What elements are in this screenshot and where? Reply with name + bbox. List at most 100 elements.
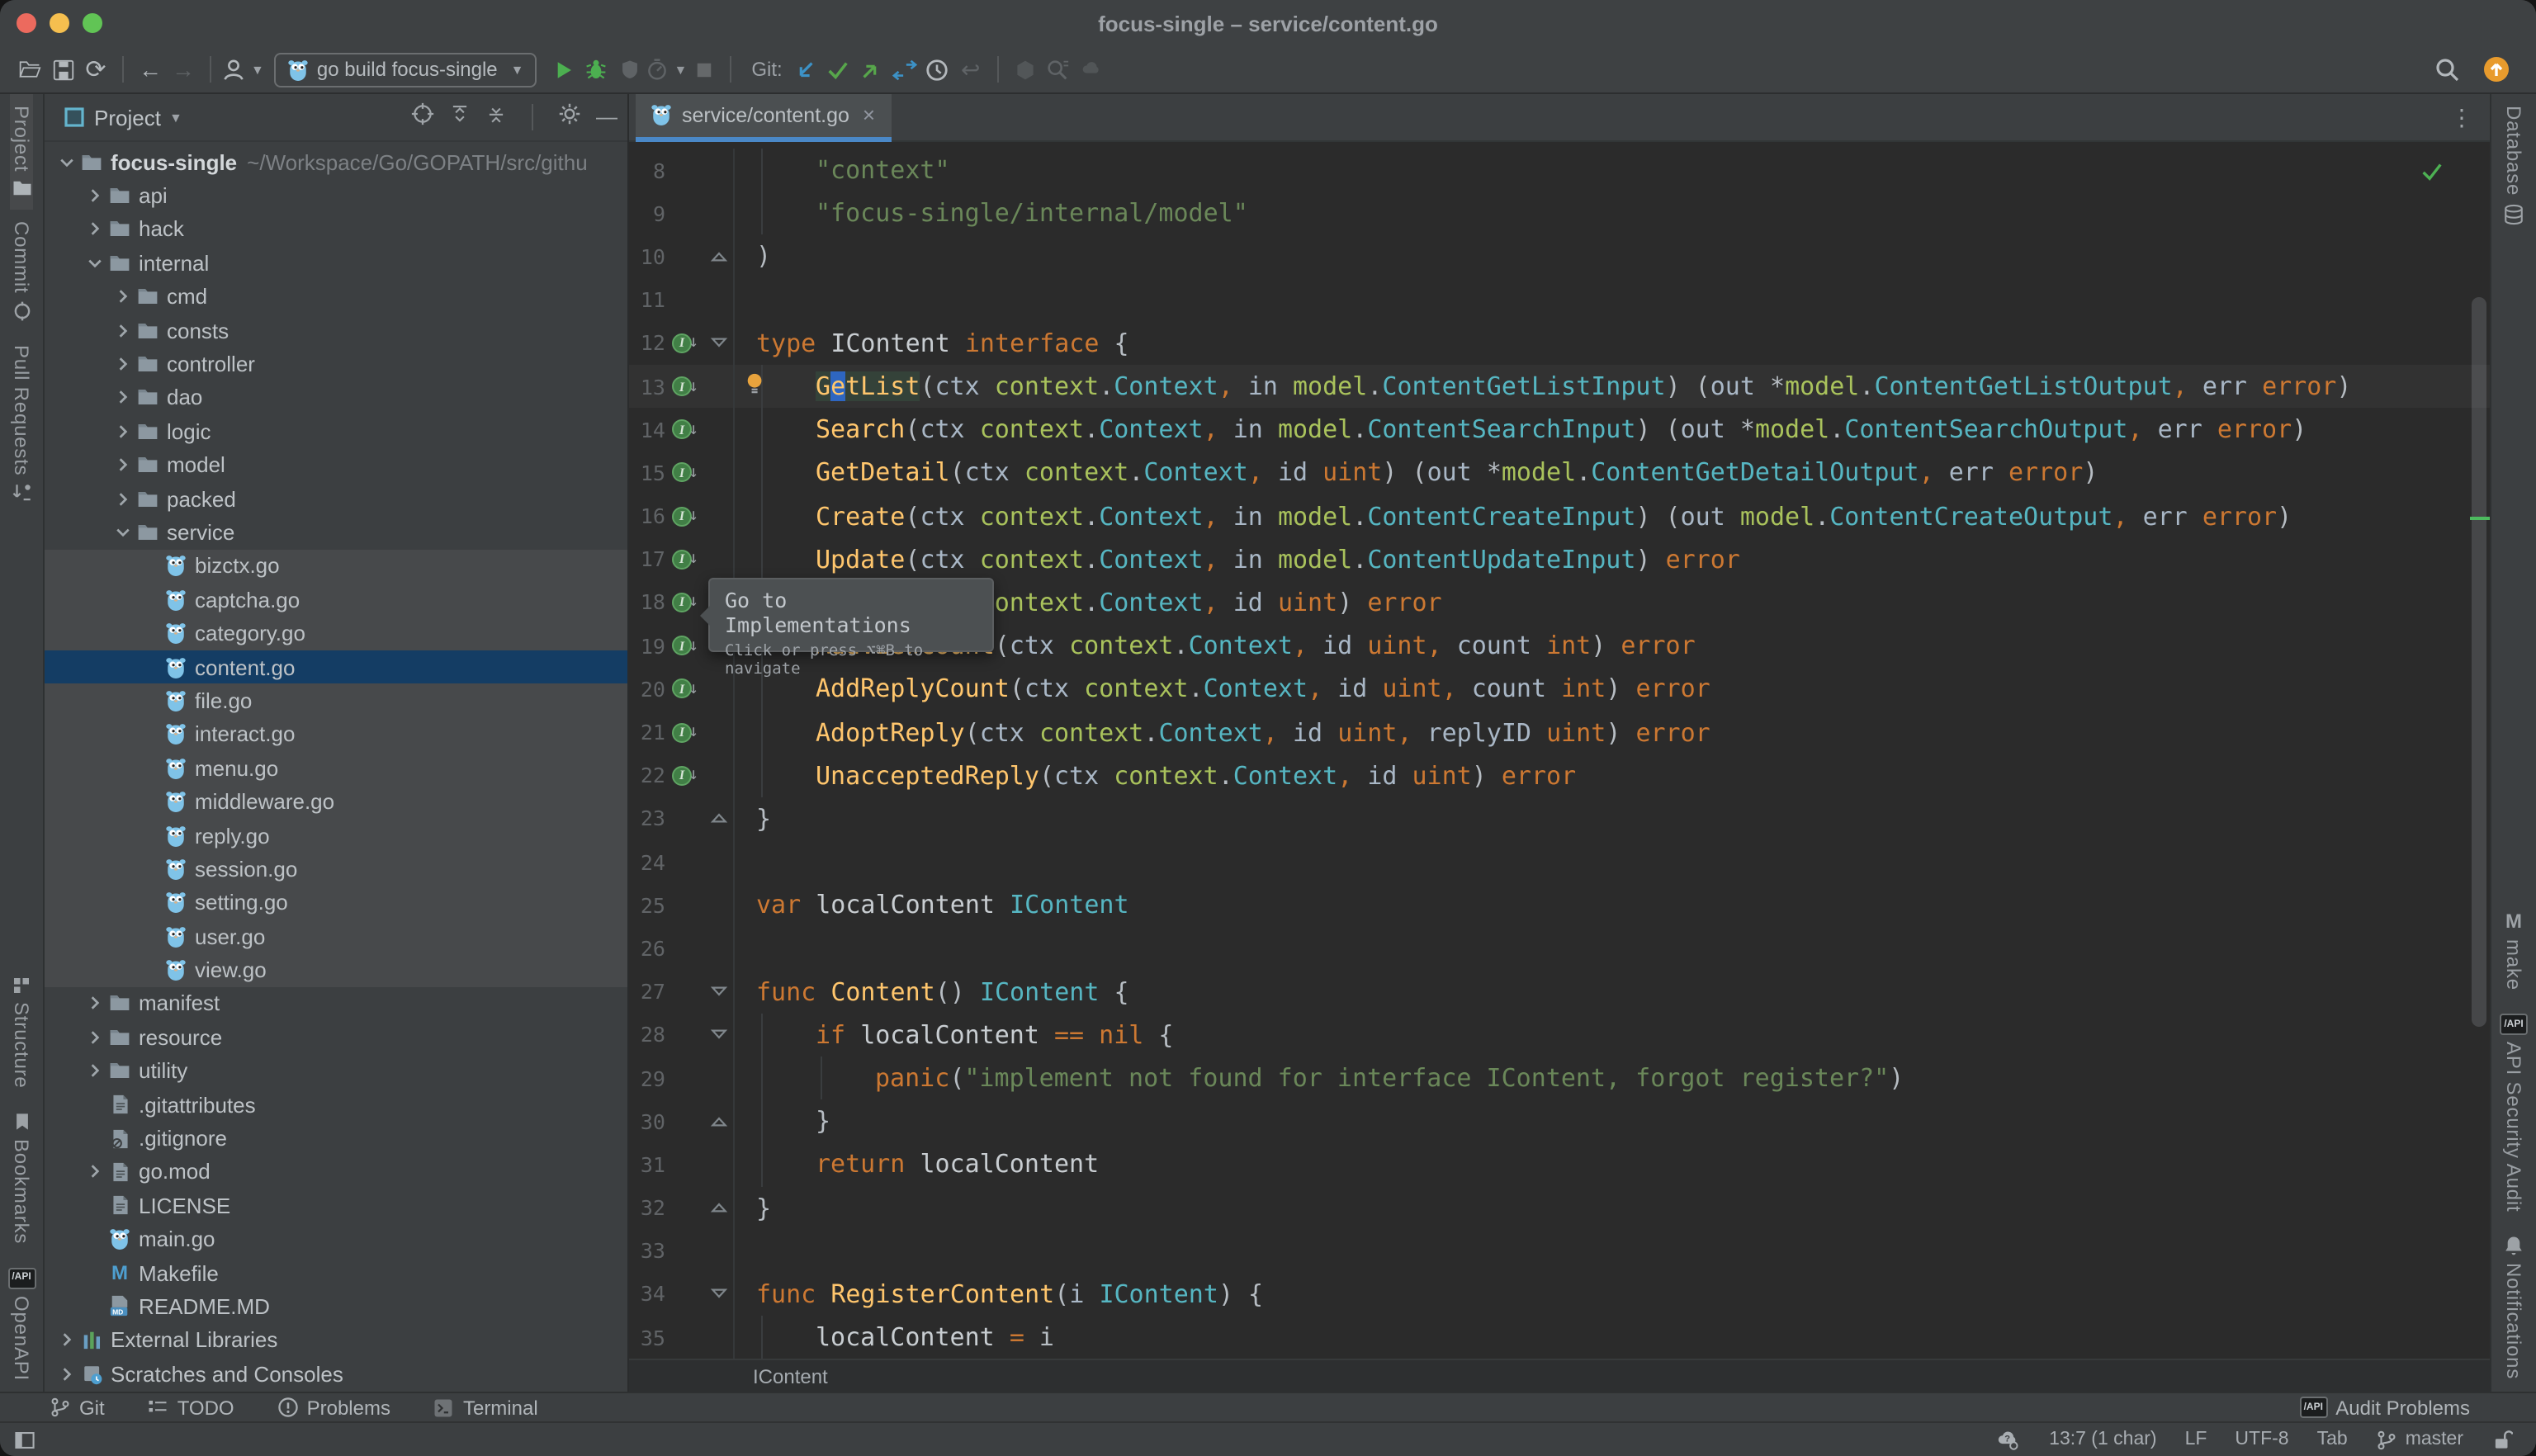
status-tab[interactable]: Tab [2317,1430,2348,1449]
close-tab-icon[interactable]: × [863,102,875,127]
breadcrumb-item[interactable]: IContent [753,1364,828,1387]
tooltip-title[interactable]: Go to Implementations [725,588,977,637]
back-arrow-button[interactable]: ← [134,51,167,87]
tree-item-menu-go[interactable]: menu.go [45,751,627,785]
tree-item-focus-single[interactable]: focus-single~/Workspace/Go/GOPATH/src/gi… [45,145,627,179]
intention-bulb-icon[interactable] [745,371,766,402]
code-line-29[interactable]: 29panic("implement not found for interfa… [629,1057,2490,1099]
status-lf[interactable]: LF [2185,1430,2207,1449]
tree-item--gitattributes[interactable]: .gitattributes [45,1088,627,1122]
search-button[interactable] [2430,51,2463,87]
toolwindow-button-todo[interactable]: TODO [148,1396,234,1419]
git-update-button[interactable] [789,51,822,87]
code-line-34[interactable]: 34func RegisterContent(i IContent) { [629,1273,2490,1316]
code-line-24[interactable]: 24 [629,840,2490,883]
tree-item-reply-go[interactable]: reply.go [45,819,627,853]
toolwindow-button-git[interactable]: Git [50,1396,105,1419]
stripe-item-database[interactable]: Database [2502,94,2525,237]
chevron-right-icon[interactable] [111,323,134,338]
implementations-gutter-icon[interactable]: I↓ [665,333,705,353]
stripe-item-bookmarks[interactable]: Bookmarks [10,1099,33,1255]
tree-item-consts[interactable]: consts [45,314,627,347]
fold-close-icon[interactable] [705,235,735,278]
chevron-down-icon[interactable] [111,525,134,540]
implementations-gutter-icon[interactable]: I↓ [665,722,705,742]
fold-open-icon[interactable] [705,322,735,365]
implemented-by-icon[interactable]: I↓ [672,593,698,612]
code-line-8[interactable]: 8"context" [629,149,2490,191]
status-13-7-1-char-[interactable]: 13:7 (1 char) [2049,1430,2156,1449]
implementations-gutter-icon[interactable]: I↓ [665,506,705,526]
tree-item-bizctx-go[interactable]: bizctx.go [45,549,627,583]
implementations-gutter-icon[interactable]: I↓ [665,679,705,699]
status-master[interactable]: master [2376,1429,2463,1450]
stripe-item-project[interactable]: Project [10,94,33,210]
fold-open-icon[interactable] [705,1273,735,1316]
fold-close-icon[interactable] [705,1186,735,1229]
implemented-by-icon[interactable]: I↓ [672,679,698,699]
implemented-by-icon[interactable]: I↓ [672,765,698,785]
chevron-down-icon[interactable] [54,154,78,169]
chevron-right-icon[interactable] [83,1165,106,1179]
chevron-right-icon[interactable] [83,1063,106,1078]
stripe-item-pull-requests[interactable]: Pull Requests [10,333,33,516]
panel-minus-button[interactable]: — [596,102,617,132]
tree-item-makefile[interactable]: MMakefile [45,1256,627,1290]
implemented-by-icon[interactable]: I↓ [672,376,698,396]
debug-button[interactable] [580,51,613,87]
chevron-right-icon[interactable] [83,996,106,1011]
stripe-item-notifications[interactable]: Notifications [2502,1224,2525,1392]
chevron-right-icon[interactable] [111,357,134,371]
git-history-button[interactable] [921,51,954,87]
chevron-right-icon[interactable] [111,491,134,506]
implemented-by-icon[interactable]: I↓ [672,636,698,655]
tree-item-user-go[interactable]: user.go [45,919,627,953]
chevron-right-icon[interactable] [111,290,134,305]
user-button[interactable]: ▼ [221,51,264,87]
code-line-10[interactable]: 10) [629,235,2490,278]
tree-item-manifest[interactable]: manifest [45,987,627,1021]
implementations-gutter-icon[interactable]: I↓ [665,636,705,655]
implementations-gutter-icon[interactable]: I↓ [665,550,705,570]
code-line-27[interactable]: 27func Content() IContent { [629,970,2490,1013]
code-line-30[interactable]: 30} [629,1099,2490,1142]
editor-scrollbar[interactable] [2472,297,2486,1027]
code-line-12[interactable]: 12I↓type IContent interface { [629,322,2490,365]
implemented-by-icon[interactable]: I↓ [672,722,698,742]
panel-expand-all-button[interactable] [449,102,471,133]
tree-item-license[interactable]: LICENSE [45,1189,627,1222]
chevron-right-icon[interactable] [111,424,134,439]
sync-button[interactable]: ⟳ [79,51,112,87]
code-line-31[interactable]: 31return localContent [629,1143,2490,1186]
fold-close-icon[interactable] [705,1099,735,1142]
unlock-status[interactable] [2491,1428,2513,1451]
chevron-right-icon[interactable] [83,1030,106,1045]
code-line-28[interactable]: 28if localContent == nil { [629,1014,2490,1057]
tree-item-scratches-and-consoles[interactable]: Scratches and Consoles [45,1357,627,1391]
code-line-14[interactable]: 14I↓Search(ctx context.Context, in model… [629,408,2490,451]
stripe-item-api-security-audit[interactable]: /APIAPI Security Audit [2500,1002,2528,1224]
toolwindow-button-problems[interactable]: Problems [277,1396,390,1419]
chevron-right-icon[interactable] [54,1333,78,1348]
code-line-33[interactable]: 33 [629,1229,2490,1272]
chevron-right-icon[interactable] [83,188,106,203]
cloud-status-status[interactable]: ? [1994,1429,2021,1450]
stripe-item-commit[interactable]: Commit [10,210,33,333]
fold-open-icon[interactable] [705,1014,735,1057]
code-line-17[interactable]: 17I↓Update(ctx context.Context, in model… [629,537,2490,580]
implemented-by-icon[interactable]: I↓ [672,419,698,439]
git-push-button[interactable] [855,51,888,87]
inspections-ok-check-icon[interactable] [2419,158,2444,183]
tree-item-internal[interactable]: internal [45,246,627,280]
tree-item-logic[interactable]: logic [45,414,627,448]
save-all-button[interactable] [46,51,79,87]
implementations-gutter-icon[interactable]: I↓ [665,376,705,396]
status-utf-8[interactable]: UTF-8 [2235,1430,2288,1449]
stripe-item-structure[interactable]: Structure [10,963,33,1099]
tree-item-content-go[interactable]: content.go [45,650,627,684]
tree-item-category-go[interactable]: category.go [45,617,627,650]
tree-item-view-go[interactable]: view.go [45,953,627,987]
tree-item-controller[interactable]: controller [45,347,627,381]
tree-item-external-libraries[interactable]: External Libraries [45,1323,627,1357]
stripe-item-make[interactable]: Mmake [2502,898,2525,1002]
